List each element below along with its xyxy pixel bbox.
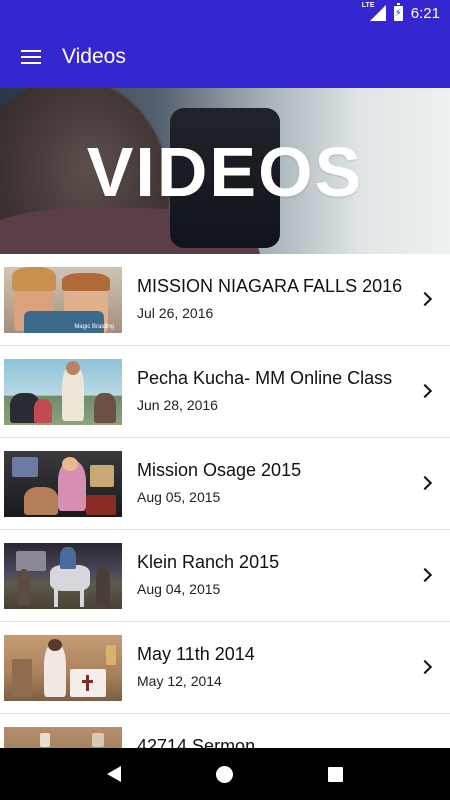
- video-item-klein-ranch-2015[interactable]: Klein Ranch 2015 Aug 04, 2015: [0, 530, 450, 622]
- video-item-42714-sermon[interactable]: 42714 Sermon: [0, 714, 450, 748]
- system-navigation-bar: [0, 748, 450, 800]
- video-thumbnail: [4, 359, 122, 425]
- video-list[interactable]: Magic Braiding MISSION NIAGARA FALLS 201…: [0, 254, 450, 748]
- video-thumbnail: [4, 635, 122, 701]
- video-date: May 12, 2014: [137, 673, 222, 689]
- battery-charging-icon: ⚡: [393, 2, 403, 21]
- video-item-may-11th-2014[interactable]: May 11th 2014 May 12, 2014: [0, 622, 450, 714]
- page-title: Videos: [62, 45, 126, 68]
- banner-title: VIDEOS: [86, 133, 364, 211]
- status-time: 6:21: [410, 4, 440, 22]
- video-thumbnail: [4, 451, 122, 517]
- chevron-right-icon: [420, 568, 432, 584]
- video-title: MISSION NIAGARA FALLS 2016: [137, 276, 403, 296]
- recent-apps-icon[interactable]: [327, 766, 343, 782]
- video-date: Aug 05, 2015: [137, 489, 221, 505]
- chevron-right-icon: [420, 660, 432, 676]
- video-title: Klein Ranch 2015: [137, 552, 280, 572]
- video-date: Jun 28, 2016: [137, 397, 218, 413]
- chevron-right-icon: [420, 292, 432, 308]
- app-bar: Videos: [0, 26, 450, 88]
- chevron-right-icon: [420, 384, 432, 400]
- video-thumbnail: [4, 543, 122, 609]
- videos-banner: VIDEOS: [0, 88, 450, 254]
- video-thumbnail: Magic Braiding: [4, 267, 122, 333]
- video-date: Jul 26, 2016: [137, 305, 214, 321]
- status-bar: LTE ⚡ 6:21: [0, 0, 450, 26]
- thumbnail-caption: Magic Braiding: [74, 324, 114, 330]
- video-item-mission-niagara-falls-2016[interactable]: Magic Braiding MISSION NIAGARA FALLS 201…: [0, 254, 450, 346]
- hamburger-menu-icon: [21, 50, 41, 64]
- video-item-pecha-kucha[interactable]: Pecha Kucha- MM Online Class Jun 28, 201…: [0, 346, 450, 438]
- back-icon[interactable]: [107, 766, 122, 782]
- video-title: 42714 Sermon: [137, 736, 256, 748]
- video-date: Aug 04, 2015: [137, 581, 221, 597]
- video-title: May 11th 2014: [137, 644, 255, 664]
- home-icon[interactable]: [215, 765, 233, 783]
- video-title: Mission Osage 2015: [137, 460, 302, 480]
- menu-button[interactable]: [0, 26, 62, 88]
- video-thumbnail: [4, 727, 122, 748]
- chevron-right-icon: [420, 476, 432, 492]
- lte-signal-icon: LTE: [362, 2, 386, 21]
- video-item-mission-osage-2015[interactable]: Mission Osage 2015 Aug 05, 2015: [0, 438, 450, 530]
- video-title: Pecha Kucha- MM Online Class: [137, 368, 393, 388]
